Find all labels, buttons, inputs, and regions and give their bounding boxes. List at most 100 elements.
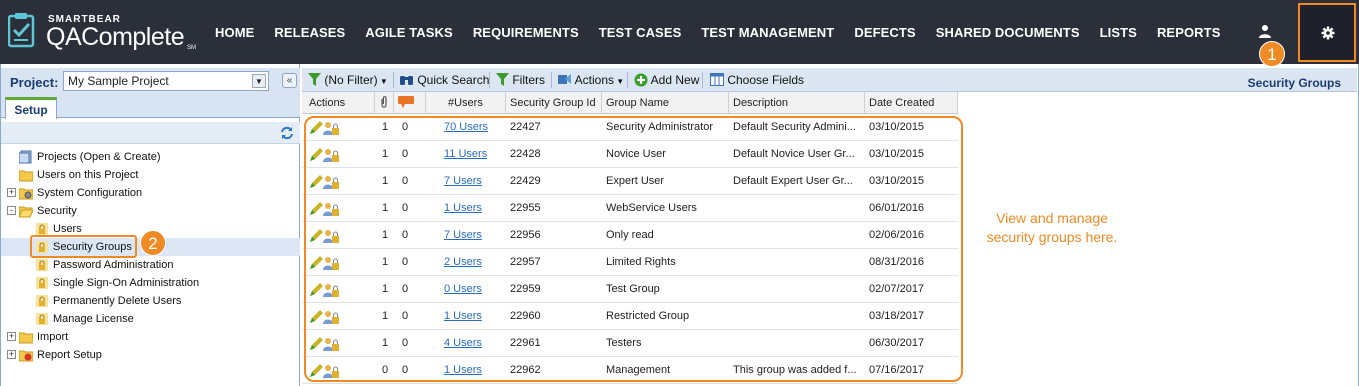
lock-icon — [35, 294, 49, 308]
annotation-note: View and manage security groups here. — [986, 210, 1118, 245]
config-icon — [18, 186, 34, 200]
project-label: Project: — [10, 75, 59, 90]
header-notes[interactable] — [394, 92, 426, 114]
callout-2: 2 — [140, 230, 166, 256]
nav-item-shared-documents[interactable]: SHARED DOCUMENTS — [936, 25, 1080, 40]
tree-item-manage-license[interactable]: Manage License — [1, 310, 300, 328]
header-attachments[interactable] — [375, 92, 394, 114]
right-panel: (No Filter) ▼ Quick Search Filters Actio… — [302, 64, 1359, 386]
project-bar: Project: My Sample Project ▼ « — [1, 68, 300, 94]
header-date-created[interactable]: Date Created — [865, 92, 958, 114]
project-select[interactable]: My Sample Project ▼ — [63, 71, 269, 91]
lock-icon — [35, 276, 49, 290]
qacomplete-logo-icon — [8, 13, 35, 48]
main-nav: HOME RELEASES AGILE TASKS REQUIREMENTS TEST … — [205, 0, 1230, 64]
paperclip-icon — [381, 96, 387, 108]
grid-header: Actions #Users Security Group Id Group N… — [302, 92, 958, 114]
chevron-down-icon[interactable]: ▼ — [252, 74, 266, 88]
grid-highlight — [304, 116, 963, 382]
top-navigation-bar: SMARTBEAR QAComplete SM HOME RELEASES AGIL… — [0, 0, 1359, 67]
nav-item-lists[interactable]: LISTS — [1100, 25, 1137, 40]
tree-toolbar — [1, 122, 300, 144]
project-select-value: My Sample Project — [68, 74, 169, 88]
toolbar-divider — [627, 72, 628, 88]
lock-icon — [35, 222, 49, 236]
header-users[interactable]: #Users — [426, 92, 506, 114]
tree-item-label: Users on this Project — [37, 169, 139, 181]
actions-dropdown[interactable]: Actions ▼ — [558, 72, 624, 88]
folder-icon — [18, 168, 34, 182]
binoculars-icon — [400, 76, 413, 85]
filter-icon — [496, 73, 509, 86]
toolbar-divider — [489, 72, 490, 88]
section-title: Security Groups — [1247, 76, 1341, 90]
filters-label: Filters — [512, 73, 546, 87]
toolbar-divider — [551, 72, 552, 88]
tree-item-permanently-delete-users[interactable]: Permanently Delete Users — [1, 292, 300, 310]
collapse-panel-button[interactable]: « — [282, 73, 297, 88]
grid-toolbar: (No Filter) ▼ Quick Search Filters Actio… — [302, 68, 1357, 92]
expand-icon[interactable]: + — [7, 332, 16, 341]
tree-item-label: Password Administration — [53, 259, 174, 271]
nav-item-releases[interactable]: RELEASES — [274, 25, 345, 40]
tree-item-system-configuration[interactable]: + System Configuration — [1, 184, 300, 202]
add-new-label: Add New — [650, 73, 700, 87]
header-actions[interactable]: Actions — [302, 92, 375, 114]
filters-button[interactable]: Filters — [496, 72, 545, 88]
security-groups-highlight — [30, 235, 137, 258]
collapse-icon[interactable]: - — [7, 206, 16, 215]
nav-item-defects[interactable]: DEFECTS — [854, 25, 915, 40]
tree-item-users-on-this-project[interactable]: Users on this Project — [1, 166, 300, 184]
nav-item-reports[interactable]: REPORTS — [1157, 25, 1221, 40]
brand-suffix: SM — [187, 45, 196, 51]
tree-item-label: System Configuration — [37, 187, 143, 199]
brand-product: QAComplete — [46, 23, 185, 51]
expand-icon[interactable]: + — [7, 350, 16, 359]
add-icon — [634, 73, 648, 87]
nav-item-requirements[interactable]: REQUIREMENTS — [473, 25, 579, 40]
folder-icon — [18, 330, 34, 344]
report-icon — [18, 348, 34, 362]
tree-item-label: Projects (Open & Create) — [37, 151, 161, 163]
tab-setup[interactable]: Setup — [5, 97, 57, 119]
tree-item-password-administration[interactable]: Password Administration — [1, 256, 300, 274]
columns-icon — [710, 73, 724, 86]
nav-item-test-management[interactable]: TEST MANAGEMENT — [701, 25, 834, 40]
header-security-group-id[interactable]: Security Group Id — [506, 92, 602, 114]
refresh-icon[interactable] — [280, 126, 294, 140]
tree-item-import[interactable]: + Import — [1, 328, 300, 346]
tree-item-label: Permanently Delete Users — [53, 295, 182, 307]
quick-search-button[interactable]: Quick Search — [400, 72, 489, 88]
expand-icon[interactable]: + — [7, 188, 16, 197]
folder-open-icon — [18, 204, 34, 218]
projects-icon — [18, 150, 33, 164]
header-group-name[interactable]: Group Name — [602, 92, 729, 114]
comment-icon — [398, 96, 414, 108]
settings-button[interactable] — [1298, 3, 1356, 62]
choose-fields-label: Choose Fields — [727, 73, 805, 87]
filter-dropdown[interactable]: (No Filter) ▼ — [308, 72, 388, 88]
tree-item-label: Single Sign-On Administration — [53, 277, 200, 289]
filter-label: (No Filter) — [324, 73, 378, 87]
choose-fields-button[interactable]: Choose Fields — [710, 72, 804, 88]
filter-icon — [308, 73, 321, 86]
nav-item-test-cases[interactable]: TEST CASES — [599, 25, 682, 40]
tree-item-report-setup[interactable]: + Report Setup — [1, 346, 300, 364]
tree-item-label: Import — [37, 331, 69, 343]
tab-bar: Setup — [1, 94, 300, 119]
header-description[interactable]: Description — [729, 92, 865, 114]
user-icon[interactable] — [1258, 24, 1272, 38]
toolbar-divider — [393, 72, 394, 88]
nav-item-agile-tasks[interactable]: AGILE TASKS — [365, 25, 453, 40]
actions-icon — [558, 74, 571, 84]
tree-item-label: Security — [37, 205, 77, 217]
tree-item-security[interactable]: - Security — [1, 202, 300, 220]
add-new-button[interactable]: Add New — [634, 72, 699, 88]
tree-item-projects-open-create[interactable]: Projects (Open & Create) — [1, 148, 300, 166]
nav-item-home[interactable]: HOME — [215, 25, 254, 40]
tree-item-single-sign-on-administration[interactable]: Single Sign-On Administration — [1, 274, 300, 292]
toolbar-divider — [702, 72, 703, 88]
tree-item-label: Manage License — [53, 313, 134, 325]
quick-search-label: Quick Search — [417, 73, 490, 87]
gear-icon — [1321, 26, 1335, 40]
